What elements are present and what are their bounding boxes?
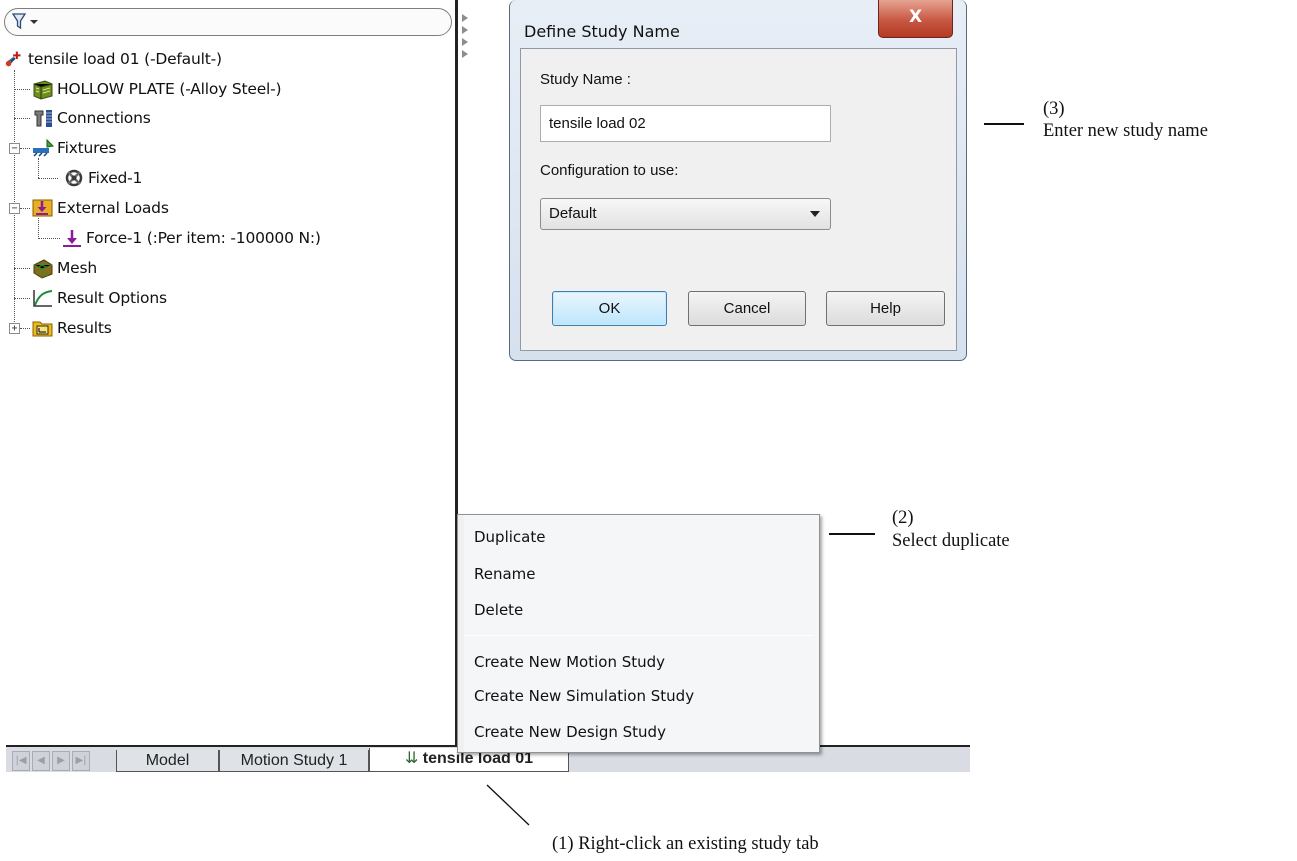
tree-item-part[interactable]: HOLLOW PLATE (-Alloy Steel-) bbox=[31, 76, 282, 102]
tree-item-label: Result Options bbox=[57, 289, 167, 307]
tree-item-fixed-1[interactable]: Fixed-1 bbox=[62, 165, 142, 191]
callout-2-text: Select duplicate bbox=[892, 531, 1010, 551]
tree-item-result-options[interactable]: Result Options bbox=[31, 285, 167, 311]
callout-line-2 bbox=[829, 533, 875, 535]
tree-item-label: tensile load 01 (-Default-) bbox=[28, 50, 222, 68]
next-tab-arrow-icon[interactable]: ▶ bbox=[52, 751, 70, 771]
external-loads-icon bbox=[32, 199, 53, 217]
menu-item-duplicate[interactable]: Duplicate bbox=[474, 522, 804, 552]
tree-item-label: Connections bbox=[57, 109, 151, 127]
mesh-icon bbox=[33, 259, 53, 279]
filter-funnel-icon[interactable] bbox=[11, 12, 41, 32]
fixed-icon bbox=[65, 169, 83, 187]
callout-line-1 bbox=[486, 784, 530, 826]
ok-button[interactable]: OK bbox=[552, 291, 667, 326]
tree-connector bbox=[14, 298, 30, 299]
tree-connector bbox=[14, 70, 15, 332]
connections-icon bbox=[34, 110, 52, 127]
callout-3-text: Enter new study name bbox=[1043, 121, 1208, 141]
force-icon bbox=[63, 230, 81, 247]
part-icon bbox=[33, 80, 53, 100]
menu-item-create-motion-study[interactable]: Create New Motion Study bbox=[474, 647, 804, 677]
tree-item-label: Results bbox=[57, 319, 112, 337]
tree-connector bbox=[20, 328, 30, 329]
last-tab-arrow-icon[interactable]: ▶| bbox=[72, 751, 90, 771]
tab-motion-study-1[interactable]: Motion Study 1 bbox=[219, 750, 369, 772]
callout-1-text: (1) Right-click an existing study tab bbox=[552, 834, 819, 854]
fixtures-icon bbox=[33, 138, 55, 157]
chevron-down-icon bbox=[810, 211, 820, 217]
tree-connector bbox=[38, 158, 39, 178]
cancel-button[interactable]: Cancel bbox=[688, 291, 806, 326]
tree-connector bbox=[14, 89, 30, 90]
tree-item-mesh[interactable]: Mesh bbox=[31, 255, 97, 281]
tree-connector bbox=[20, 148, 30, 149]
menu-separator bbox=[464, 635, 814, 636]
menu-item-delete[interactable]: Delete bbox=[474, 595, 804, 625]
tree-connector bbox=[14, 118, 30, 119]
tree-item-force-1[interactable]: Force-1 (:Per item: -100000 N:) bbox=[60, 225, 321, 251]
tree-connector bbox=[38, 238, 60, 239]
tree-connector bbox=[38, 178, 58, 179]
tree-item-results[interactable]: Results bbox=[31, 315, 112, 341]
tree-item-study-root[interactable]: tensile load 01 (-Default-) bbox=[4, 46, 222, 72]
results-folder-icon bbox=[32, 321, 53, 337]
configuration-select[interactable]: Default bbox=[540, 198, 831, 230]
prev-tab-arrow-icon[interactable]: ◀ bbox=[32, 751, 50, 771]
tree-item-external-loads[interactable]: External Loads bbox=[31, 195, 169, 221]
first-tab-arrow-icon[interactable]: |◀ bbox=[12, 751, 30, 771]
close-icon: X bbox=[908, 7, 923, 27]
external-loads-collapse-toggle[interactable]: − bbox=[9, 203, 20, 214]
tab-model[interactable]: Model bbox=[116, 750, 219, 772]
tree-connector bbox=[14, 268, 30, 269]
menu-item-create-design-study[interactable]: Create New Design Study bbox=[474, 717, 804, 747]
menu-gutter bbox=[458, 515, 464, 752]
study-tab-icon: ⇊ bbox=[404, 750, 419, 767]
menu-item-create-simulation-study[interactable]: Create New Simulation Study bbox=[474, 681, 804, 711]
configuration-label: Configuration to use: bbox=[540, 162, 679, 179]
menu-item-rename[interactable]: Rename bbox=[474, 559, 804, 589]
close-button[interactable]: X bbox=[878, 0, 953, 38]
tree-item-label: Mesh bbox=[57, 259, 98, 277]
tree-item-label: HOLLOW PLATE (-Alloy Steel-) bbox=[57, 80, 282, 98]
study-name-label: Study Name : bbox=[540, 71, 631, 88]
dialog-body: Study Name : tensile load 02 Configurati… bbox=[520, 48, 957, 351]
filter-bar[interactable] bbox=[4, 8, 452, 36]
fixtures-collapse-toggle[interactable]: − bbox=[9, 143, 20, 154]
tree-item-label: Fixed-1 bbox=[88, 169, 143, 187]
tree-item-label: External Loads bbox=[57, 199, 169, 217]
tree-item-label: Force-1 (:Per item: -100000 N:) bbox=[86, 229, 321, 247]
tab-context-menu: Duplicate Rename Delete Create New Motio… bbox=[457, 514, 820, 753]
help-button[interactable]: Help bbox=[826, 291, 945, 326]
study-icon bbox=[5, 51, 21, 67]
callout-3-number: (3) bbox=[1043, 99, 1065, 119]
tree-item-label: Fixtures bbox=[57, 139, 117, 157]
panel-collapse-handle-icon[interactable] bbox=[460, 12, 470, 58]
study-name-input[interactable]: tensile load 02 bbox=[540, 105, 831, 142]
configuration-select-value: Default bbox=[549, 205, 597, 222]
callout-2-number: (2) bbox=[892, 508, 914, 528]
feature-tree-panel: − − + tensile load 01 (-Default-) HOLLOW… bbox=[0, 0, 456, 745]
tree-item-connections[interactable]: Connections bbox=[31, 105, 151, 131]
dialog-title: Define Study Name bbox=[524, 22, 680, 41]
tree-connector bbox=[38, 218, 39, 239]
callout-line-3 bbox=[984, 123, 1024, 125]
tree-item-fixtures[interactable]: Fixtures bbox=[31, 135, 116, 161]
results-expand-toggle[interactable]: + bbox=[9, 323, 20, 334]
result-options-icon bbox=[33, 290, 53, 307]
define-study-name-dialog: Define Study Name X Study Name : tensile… bbox=[509, 0, 967, 361]
tree-connector bbox=[20, 208, 30, 209]
